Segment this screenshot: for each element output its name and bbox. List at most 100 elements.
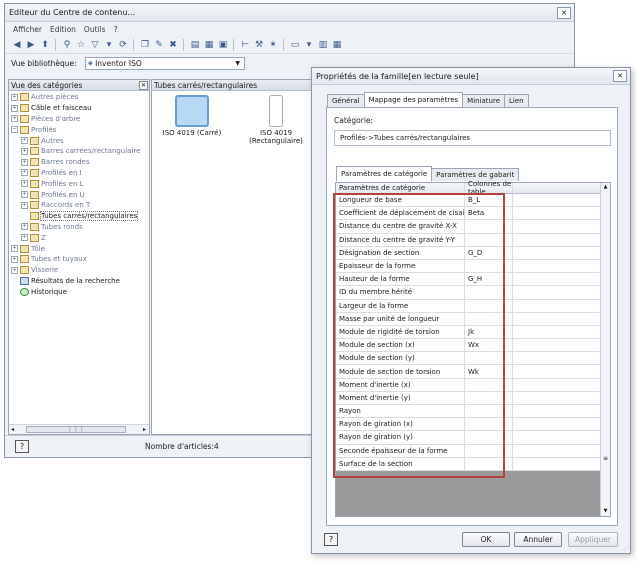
table-row[interactable]: Module de section de torsion Wk xyxy=(336,365,600,379)
expand-icon[interactable]: + xyxy=(21,201,28,209)
tab-general[interactable]: Général xyxy=(327,94,365,107)
menu-edition[interactable]: Edition xyxy=(50,25,76,34)
expand-icon[interactable]: + xyxy=(11,104,18,112)
tree-item[interactable]: + Pièces d'arbre xyxy=(11,114,149,125)
tree-item[interactable]: + Tubes et tuyaux xyxy=(11,254,149,265)
expand-icon[interactable]: + xyxy=(21,169,28,177)
table-column-cell[interactable] xyxy=(465,233,513,246)
table-column-cell[interactable] xyxy=(465,378,513,391)
table-row[interactable]: Hauteur de la forme G_H xyxy=(336,273,600,287)
tree-item[interactable]: + Z xyxy=(11,232,149,243)
back-icon[interactable]: ◀ xyxy=(11,39,23,51)
tab-category-parameters[interactable]: Paramètres de catégorie xyxy=(336,166,433,181)
table-column-cell[interactable]: G_H xyxy=(465,273,513,286)
menu-afficher[interactable]: Afficher xyxy=(13,25,42,34)
table-row[interactable]: Moment d'inertie (y) xyxy=(336,391,600,405)
tree-item[interactable]: + Barres carrées/rectangulaire xyxy=(11,146,149,157)
table-row[interactable]: Seconde épaisseur de la forme xyxy=(336,444,600,458)
tree-item[interactable]: + Profilés en I xyxy=(11,168,149,179)
expand-icon[interactable]: + xyxy=(21,191,28,199)
ok-button[interactable]: OK xyxy=(462,532,510,547)
table-row[interactable]: ID du membre hérité xyxy=(336,286,600,300)
grid-header-parameter[interactable]: Paramètres de catégorie xyxy=(336,183,465,193)
table-column-cell[interactable] xyxy=(465,352,513,365)
copy-icon[interactable]: ❐ xyxy=(139,39,151,51)
table-column-cell[interactable] xyxy=(465,405,513,418)
table-row[interactable]: Module de section (x) Wx xyxy=(336,339,600,353)
table-column-cell[interactable] xyxy=(465,259,513,273)
table-row[interactable]: Longueur de base B_L xyxy=(336,194,600,208)
table-column-cell[interactable] xyxy=(465,391,513,404)
expand-icon[interactable]: + xyxy=(21,147,28,155)
table-column-cell[interactable]: Jk xyxy=(465,325,513,339)
category-icon[interactable]: ▣ xyxy=(217,39,229,51)
table-row[interactable]: Module de section (y) xyxy=(336,352,600,366)
table-column-cell[interactable]: B_L xyxy=(465,194,513,207)
tree-item[interactable]: + Autres xyxy=(11,135,149,146)
expand-icon[interactable]: + xyxy=(11,255,18,263)
chevron-down-icon[interactable]: ▾ xyxy=(303,39,315,51)
tools-icon[interactable]: ⚒ xyxy=(253,39,265,51)
family-table-icon[interactable]: ▦ xyxy=(203,39,215,51)
table-row[interactable]: Largeur de la forme xyxy=(336,299,600,313)
scroll-right-icon[interactable]: ▸ xyxy=(143,426,146,433)
view-mode-icon[interactable]: ▭ xyxy=(289,39,301,51)
edit-icon[interactable]: ✎ xyxy=(153,39,165,51)
delete-icon[interactable]: ✖ xyxy=(167,39,179,51)
tree-item[interactable]: + Tubes ronds xyxy=(11,222,149,233)
tab-link[interactable]: Lien xyxy=(504,94,529,107)
star-icon[interactable]: ✶ xyxy=(267,39,279,51)
hierarchy-icon[interactable]: ⊢ xyxy=(239,39,251,51)
table-column-cell[interactable]: Wk xyxy=(465,365,513,378)
table-column-cell[interactable] xyxy=(465,312,513,325)
scroll-left-icon[interactable]: ◂ xyxy=(11,426,14,433)
expand-icon[interactable]: + xyxy=(11,245,18,253)
tree-item[interactable]: + Profilés en U xyxy=(11,189,149,200)
tab-thumbnail[interactable]: Miniature xyxy=(462,94,506,107)
family-properties-icon[interactable]: ▤ xyxy=(189,39,201,51)
table-column-cell[interactable]: G_D xyxy=(465,246,513,259)
table-row[interactable]: Rayon de giration (x) xyxy=(336,418,600,432)
menu-help[interactable]: ? xyxy=(114,25,118,34)
tree-item[interactable]: + Tôle xyxy=(11,243,149,254)
tree-item[interactable]: Tubes carrés/rectangulaires xyxy=(11,211,149,222)
scroll-thumb[interactable]: ⋮⋮⋮ xyxy=(26,426,127,433)
scroll-down-icon[interactable]: ▼ xyxy=(601,507,610,516)
up-folder-icon[interactable]: ⬆ xyxy=(39,39,51,51)
scroll-up-icon[interactable]: ▲ xyxy=(601,183,610,192)
refresh-icon[interactable]: ⟳ xyxy=(117,39,129,51)
expand-icon[interactable]: + xyxy=(11,93,18,101)
tree-item[interactable]: − Profilés xyxy=(11,124,149,135)
table-column-cell[interactable] xyxy=(465,286,513,299)
filter-icon[interactable]: ▽ xyxy=(89,39,101,51)
resize-grip-icon[interactable]: ⋰ xyxy=(623,545,629,552)
table-column-cell[interactable] xyxy=(465,299,513,312)
table-column-cell[interactable] xyxy=(465,220,513,233)
help-button[interactable]: ? xyxy=(324,533,338,546)
expand-icon[interactable]: + xyxy=(21,137,28,145)
family-item[interactable]: ISO 4019 (Rectangulaire) xyxy=(246,95,306,145)
table-row[interactable]: Distance du centre de gravité X-X xyxy=(336,220,600,234)
horizontal-scrollbar[interactable]: ◂ ⋮⋮⋮ ▸ xyxy=(9,424,149,434)
expand-icon[interactable]: + xyxy=(21,234,28,242)
table-row[interactable]: Moment d'inertie (x) xyxy=(336,378,600,392)
tree-item[interactable]: + Visserie xyxy=(11,265,149,276)
table-row[interactable]: Epaisseur de la forme xyxy=(336,259,600,274)
apply-button[interactable]: Appliquer xyxy=(568,532,618,547)
close-icon[interactable]: ✕ xyxy=(613,70,627,82)
table-row[interactable]: Rayon xyxy=(336,405,600,419)
table-row[interactable]: Rayon de giration (y) xyxy=(336,431,600,445)
cancel-button[interactable]: Annuler xyxy=(514,532,562,547)
table-row[interactable]: Désignation de section G_D xyxy=(336,246,600,260)
help-button[interactable]: ? xyxy=(15,440,29,453)
tab-parameter-mapping[interactable]: Mappage des paramètres xyxy=(363,92,464,107)
table-column-cell[interactable] xyxy=(465,418,513,431)
table-column-cell[interactable]: Wx xyxy=(465,339,513,352)
tree-view-icon[interactable]: ▥ xyxy=(317,39,329,51)
close-icon[interactable]: ✕ xyxy=(139,80,148,90)
scroll-grip-icon[interactable]: ≡ xyxy=(603,455,608,462)
close-icon[interactable]: ✕ xyxy=(557,6,571,19)
forward-icon[interactable]: ▶ xyxy=(25,39,37,51)
tree-item[interactable]: + Autres pièces xyxy=(11,92,149,103)
expand-icon[interactable]: + xyxy=(11,266,18,274)
